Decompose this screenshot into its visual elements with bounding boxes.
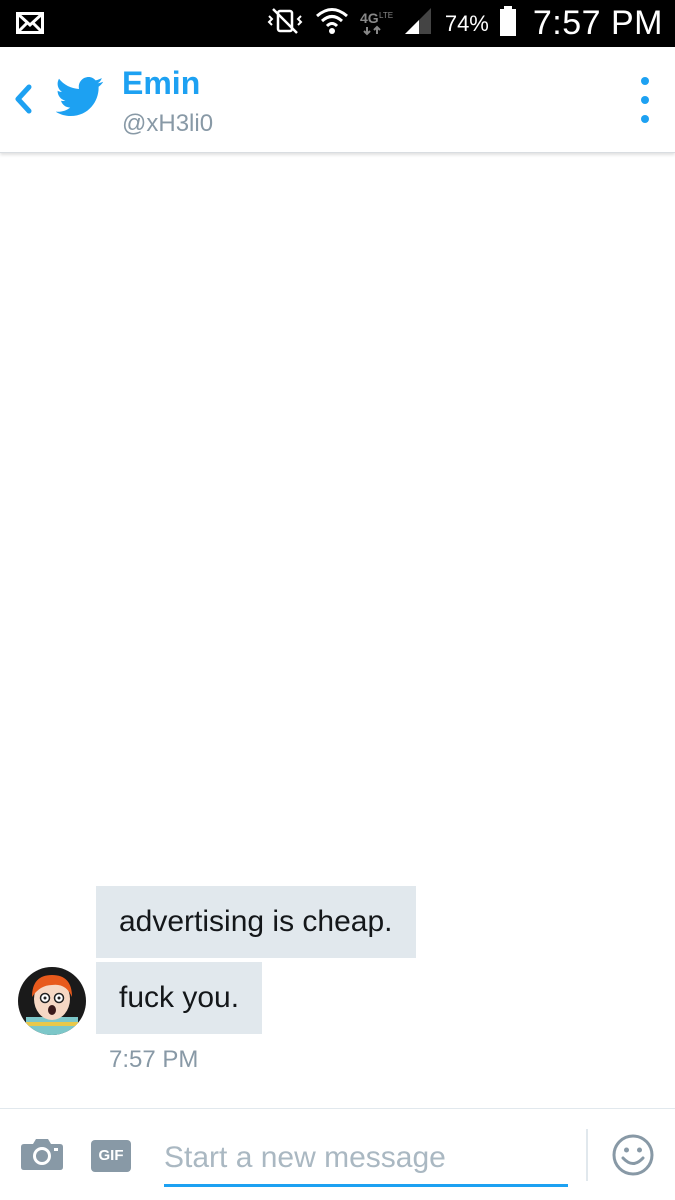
message-bubble[interactable]: advertising is cheap. bbox=[96, 886, 416, 958]
avatar[interactable] bbox=[18, 967, 86, 1035]
svg-text:4G: 4G bbox=[360, 10, 379, 26]
vibrate-icon bbox=[265, 6, 305, 41]
message-list[interactable]: advertising is cheap. fuck you. 7:57 PM bbox=[0, 153, 675, 1108]
contact-handle: @xH3li0 bbox=[122, 110, 214, 137]
mail-notification-icon bbox=[16, 12, 44, 39]
smiley-icon bbox=[612, 1134, 654, 1176]
battery-percent: 74% bbox=[444, 10, 489, 36]
more-vertical-icon-dot bbox=[641, 96, 649, 104]
twitter-bird-icon bbox=[55, 77, 104, 122]
contact-name[interactable]: Emin bbox=[122, 65, 200, 102]
back-button[interactable] bbox=[8, 79, 38, 119]
gif-button[interactable]: GIF bbox=[91, 1140, 131, 1172]
more-vertical-icon-dot bbox=[641, 115, 649, 123]
emoji-button[interactable] bbox=[611, 1133, 655, 1182]
status-clock: 7:57 PM bbox=[532, 4, 663, 42]
message-timestamp: 7:57 PM bbox=[109, 1046, 199, 1073]
message-input[interactable] bbox=[164, 1131, 568, 1187]
conversation-header: Emin @xH3li0 bbox=[0, 47, 675, 153]
more-vertical-icon bbox=[641, 77, 649, 85]
camera-button[interactable] bbox=[20, 1137, 64, 1176]
message-bubble[interactable]: fuck you. bbox=[96, 962, 263, 1034]
battery-icon bbox=[499, 6, 517, 41]
svg-text:LTE: LTE bbox=[379, 11, 393, 20]
overflow-menu-button[interactable] bbox=[633, 77, 657, 123]
status-bar: 4G LTE 74% 7:57 PM bbox=[0, 0, 675, 47]
message-composer: GIF bbox=[0, 1108, 675, 1200]
signal-icon bbox=[403, 6, 433, 41]
chevron-left-icon bbox=[15, 84, 32, 114]
wifi-icon bbox=[315, 6, 349, 41]
camera-icon bbox=[21, 1139, 63, 1170]
composer-divider bbox=[586, 1129, 588, 1181]
lte-icon: 4G LTE bbox=[359, 6, 393, 41]
